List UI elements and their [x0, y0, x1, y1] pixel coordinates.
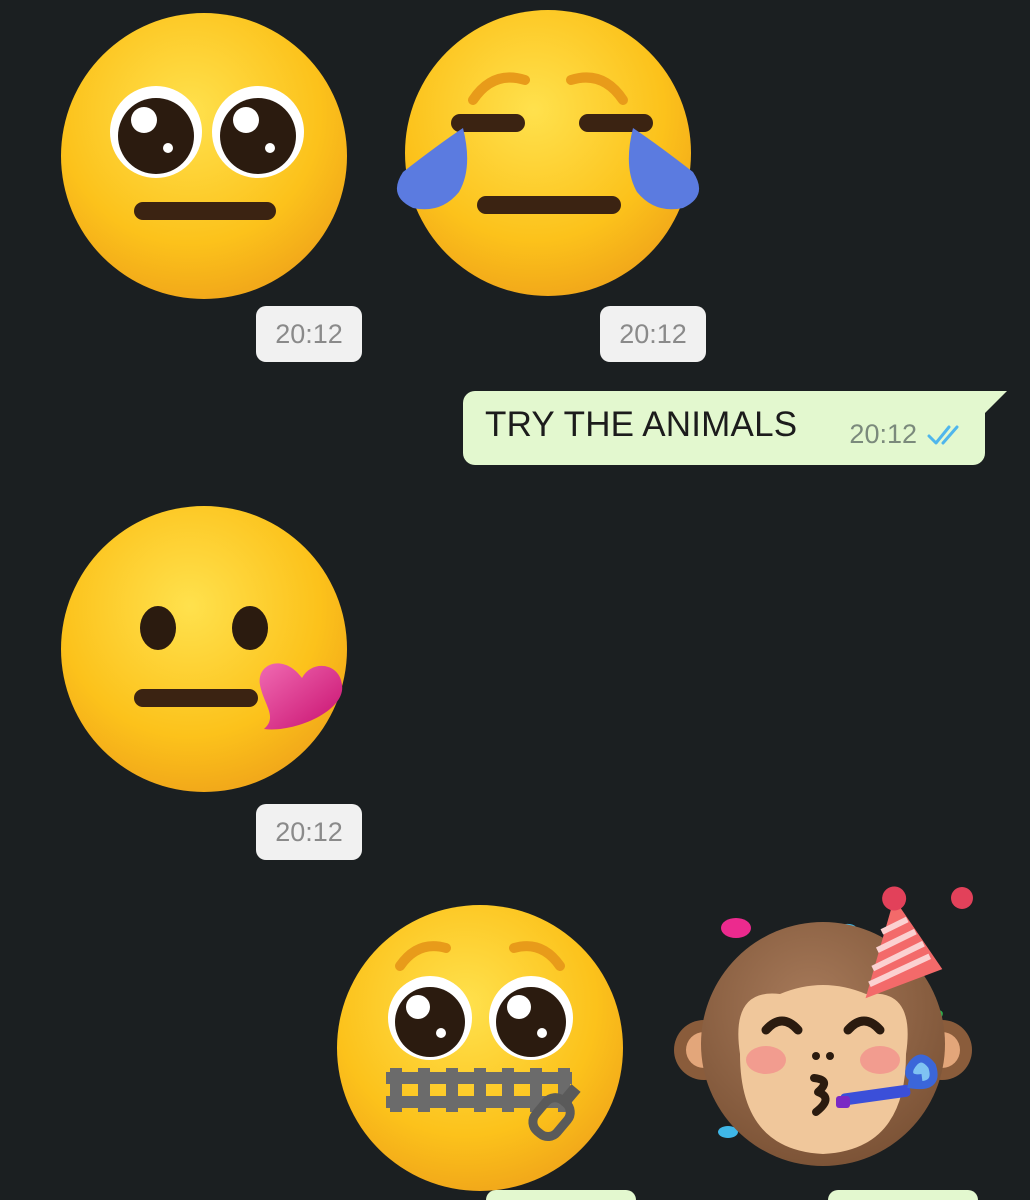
sticker-time-3: 20:12: [256, 804, 362, 860]
message-meta: 20:12: [849, 419, 967, 450]
sticker-time-2: 20:12: [600, 306, 706, 362]
outgoing-message-bubble[interactable]: TRY THE ANIMALS 20:12: [463, 391, 985, 465]
emoji-party-monkey-icon: [674, 886, 973, 1166]
sticker-party-monkey[interactable]: [670, 884, 980, 1184]
emoji-neutral-heart-icon: [61, 506, 347, 792]
emoji-pleading-zipper-icon: [337, 905, 623, 1191]
emoji-tears-neutral-icon: [396, 10, 700, 296]
message-time: 20:12: [849, 419, 917, 449]
sticker-pleading-zipper[interactable]: [328, 900, 638, 1200]
sticker-time-4-partial: [486, 1190, 636, 1200]
sticker-pleading-neutral[interactable]: [50, 4, 360, 304]
sticker-neutral-heart[interactable]: [50, 503, 360, 803]
sticker-time-1: 20:12: [256, 306, 362, 362]
bubble-tail-icon: [981, 391, 1007, 417]
sticker-time-5-partial: [828, 1190, 978, 1200]
sticker-tears-neutral[interactable]: [393, 4, 703, 304]
chat-conversation: 20:12 20:12 TRY THE ANIMALS 20:12 20:12: [0, 0, 1030, 1200]
double-check-read-icon: [927, 425, 959, 444]
emoji-pleading-neutral-icon: [61, 13, 347, 299]
message-text: TRY THE ANIMALS: [485, 405, 798, 444]
